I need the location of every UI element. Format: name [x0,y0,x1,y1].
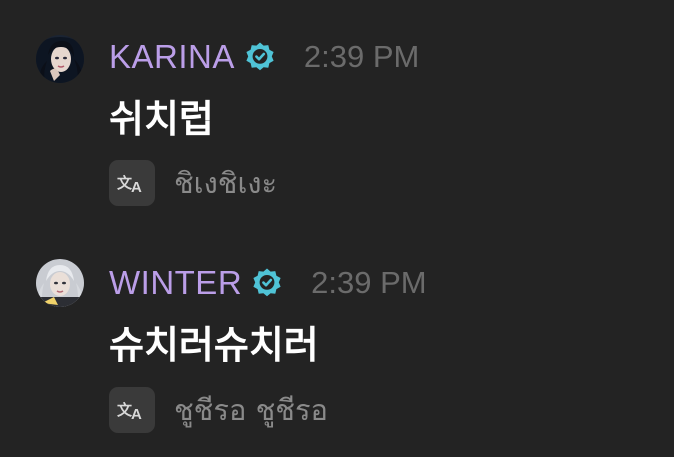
avatar[interactable] [36,35,84,83]
author-name[interactable]: KARINA [109,38,235,76]
verified-badge-icon [251,267,283,299]
translate-icon: 文 A [117,174,142,195]
chat-message: WINTER 2:39 PM 슈치러슈치러 文 A ชูชีรอ ชูชีรอ [0,230,674,457]
translation-row: 文 A ชูชีรอ ชูชีรอ [109,387,328,433]
message-header: KARINA 2:39 PM [109,37,419,77]
translation-text: ชิเงชิเงะ [174,166,278,200]
message-text: 쉬치럽 [109,97,214,141]
message-text: 슈치러슈치러 [109,323,319,367]
translation-text: ชูชีรอ ชูชีรอ [174,393,328,427]
translate-button[interactable]: 文 A [109,387,155,433]
message-header: WINTER 2:39 PM [109,263,427,303]
timestamp: 2:39 PM [303,39,420,74]
translate-icon: 文 A [117,401,142,422]
timestamp: 2:39 PM [311,265,427,300]
avatar[interactable] [36,259,84,307]
verified-badge-icon [244,41,276,73]
svg-text:A: A [131,179,142,195]
chat-message: KARINA 2:39 PM 쉬치럽 文 A ชิเงชิเงะ [0,0,674,230]
svg-text:A: A [131,406,142,422]
translate-button[interactable]: 文 A [109,160,155,206]
translation-row: 文 A ชิเงชิเงะ [109,160,277,206]
author-name[interactable]: WINTER [109,264,242,302]
